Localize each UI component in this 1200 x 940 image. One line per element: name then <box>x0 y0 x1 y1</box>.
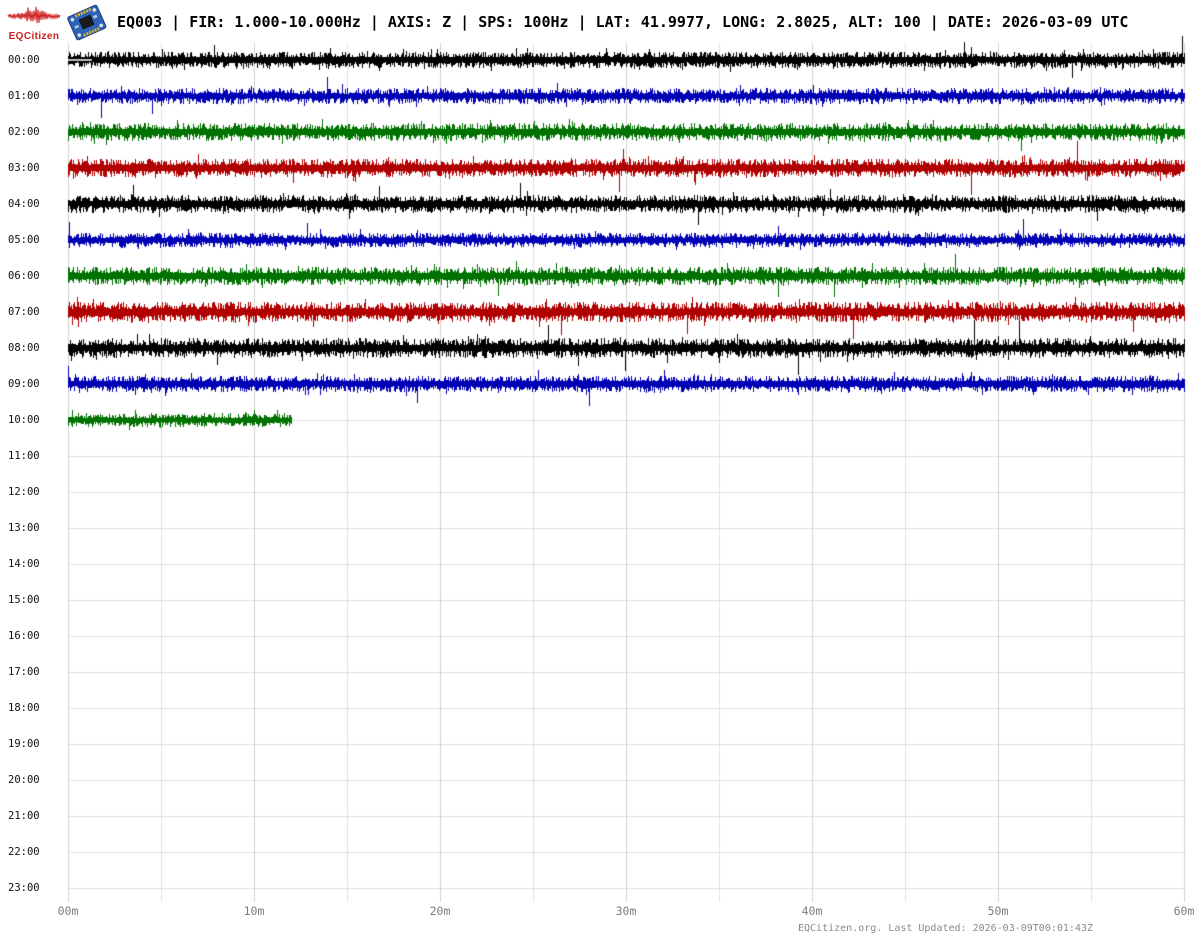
hour-label: 17:00 <box>8 666 48 678</box>
hour-label: 20:00 <box>8 774 48 786</box>
hour-label: 01:00 <box>8 90 48 102</box>
hour-label: 06:00 <box>8 270 48 282</box>
hour-label: 03:00 <box>8 162 48 174</box>
hour-label: 15:00 <box>8 594 48 606</box>
hour-label: 02:00 <box>8 126 48 138</box>
hour-label: 11:00 <box>8 450 48 462</box>
helicorder-page: EQCitizen EQ003 | FIR: 1.000-10.000Hz | … <box>0 0 1200 940</box>
hour-label: 10:00 <box>8 414 48 426</box>
minute-label: 10m <box>232 905 276 918</box>
helicorder-plot-canvas <box>0 0 1200 940</box>
minute-label: 40m <box>790 905 834 918</box>
hour-label: 22:00 <box>8 846 48 858</box>
hour-label: 19:00 <box>8 738 48 750</box>
hour-label: 07:00 <box>8 306 48 318</box>
hour-label: 13:00 <box>8 522 48 534</box>
hour-label: 21:00 <box>8 810 48 822</box>
minute-label: 50m <box>976 905 1020 918</box>
hour-label: 05:00 <box>8 234 48 246</box>
hour-label: 04:00 <box>8 198 48 210</box>
hour-label: 12:00 <box>8 486 48 498</box>
hour-label: 18:00 <box>8 702 48 714</box>
hour-label: 08:00 <box>8 342 48 354</box>
footer-text: EQCitizen.org. Last Updated: 2026-03-09T… <box>0 922 1093 935</box>
hour-label: 09:00 <box>8 378 48 390</box>
minute-label: 00m <box>46 905 90 918</box>
hour-label: 16:00 <box>8 630 48 642</box>
hour-label: 00:00 <box>8 54 48 66</box>
minute-label: 60m <box>1162 905 1200 918</box>
hour-label: 14:00 <box>8 558 48 570</box>
minute-label: 30m <box>604 905 648 918</box>
hour-label: 23:00 <box>8 882 48 894</box>
minute-label: 20m <box>418 905 462 918</box>
